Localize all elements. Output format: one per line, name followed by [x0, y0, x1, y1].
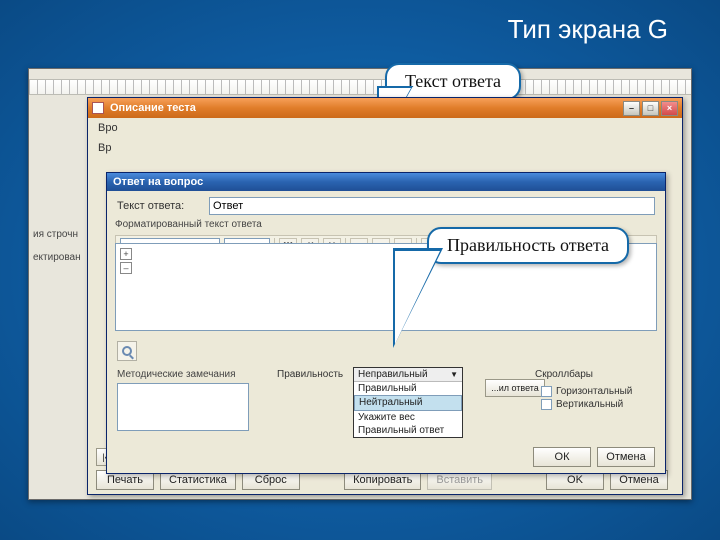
callout-label: Текст ответа: [405, 71, 501, 91]
chevron-down-icon: ▼: [450, 370, 458, 379]
zoom-button[interactable]: [117, 341, 137, 361]
checkbox-horizontal[interactable]: [541, 386, 552, 397]
background-labels: ия строчн ектирован: [33, 229, 81, 275]
page-title: Тип экрана G: [508, 14, 668, 45]
titlebar[interactable]: Описание теста – □ ×: [88, 98, 682, 118]
editor-backdrop: ия строчн ектирован Текст ответа Описани…: [28, 68, 692, 500]
ok-button[interactable]: ОК: [533, 447, 591, 467]
correctness-label: Правильность: [277, 369, 343, 380]
answer-text-label: Текст ответа:: [117, 200, 209, 212]
checkbox-vertical-label: Вертикальный: [556, 399, 623, 410]
window-title: Ответ на вопрос: [113, 176, 203, 188]
ruler: [29, 79, 691, 95]
callout-label: Правильность ответа: [447, 235, 609, 255]
correctness-option[interactable]: Правильный: [354, 382, 462, 395]
maximize-button[interactable]: □: [642, 101, 659, 116]
correctness-option[interactable]: Нейтральный: [354, 395, 462, 411]
cancel-button[interactable]: Отмена: [597, 447, 655, 467]
correctness-dropdown[interactable]: Неправильный ▼ Правильный Нейтральный Ука…: [353, 367, 463, 438]
checkbox-vertical[interactable]: [541, 399, 552, 410]
correctness-option[interactable]: Правильный ответ: [354, 424, 462, 437]
bg-label-1: ия строчн: [33, 229, 81, 240]
callout-correctness: Правильность ответа: [427, 227, 629, 264]
close-button[interactable]: ×: [661, 101, 678, 116]
bg-label-2: ектирован: [33, 252, 81, 263]
field-label-2: Вр: [98, 142, 176, 154]
checkbox-horizontal-label: Горизонтальный: [556, 386, 632, 397]
scrollbars-group: Скроллбары Горизонтальный Вертикальный: [535, 369, 655, 412]
answer-text-input[interactable]: [209, 197, 655, 215]
window-answer: Ответ на вопрос Текст ответа: Форматиров…: [106, 172, 666, 474]
scrollbars-label: Скроллбары: [535, 369, 655, 380]
correctness-selected: Неправильный: [358, 369, 428, 380]
collapse-icon[interactable]: –: [120, 262, 132, 274]
magnifier-icon: [122, 346, 132, 356]
window-test-description: Описание теста – □ × Вро Вр |‹ ‹ 7 › ›| …: [87, 97, 683, 495]
window-icon: [92, 102, 104, 114]
formatted-text-label: Форматированный текст ответа: [115, 219, 262, 230]
minimize-button[interactable]: –: [623, 101, 640, 116]
titlebar[interactable]: Ответ на вопрос: [107, 173, 665, 191]
method-notes-label: Методические замечания: [117, 369, 236, 380]
correctness-option[interactable]: Укажите вес: [354, 411, 462, 424]
window-title: Описание теста: [110, 102, 196, 114]
method-notes-input[interactable]: [117, 383, 249, 431]
field-label-1: Вро: [98, 122, 176, 134]
expand-icon[interactable]: +: [120, 248, 132, 260]
callout-answer-text: Текст ответа: [385, 63, 521, 100]
